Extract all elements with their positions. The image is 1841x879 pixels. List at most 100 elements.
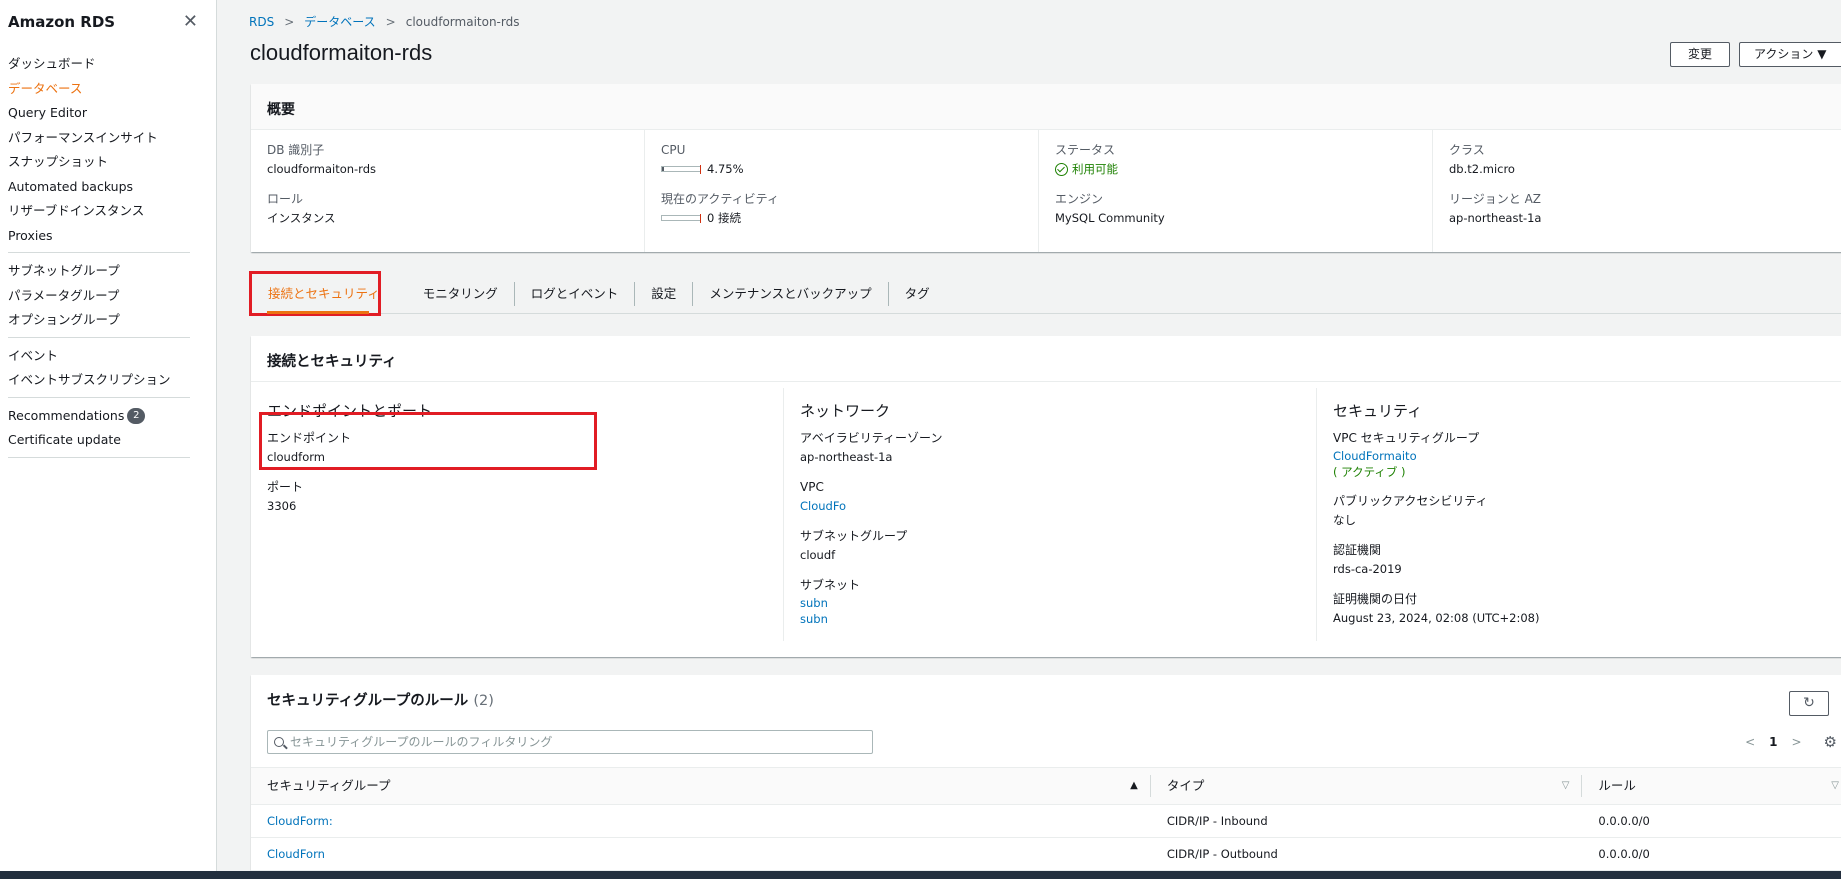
activity-value: 0 接続 [707,211,741,225]
class-value: db.t2.micro [1449,162,1515,176]
class-label: クラス [1449,143,1485,157]
tab-label: 接続とセキュリティ [268,285,380,301]
region-az-value: ap-northeast-1a [1449,211,1542,225]
subnet-group-value: cloudf [800,548,836,562]
sidebar-item-subnet-groups[interactable]: サブネットグループ [8,259,216,284]
role-value: インスタンス [267,211,336,225]
tab-configuration[interactable]: 設定 [635,281,694,306]
certificate-authority-value: rds-ca-2019 [1333,562,1402,576]
status-badge: 利用可能 [1055,160,1424,178]
port-value: 3306 [267,499,297,513]
sort-icon: ▽ [1831,780,1839,791]
table-row: CloudForn CIDR/IP - Outbound 0.0.0.0/0 [251,838,1841,871]
actions-dropdown-button[interactable]: アクション ▼ [1739,42,1841,67]
role-label: ロール [267,192,304,206]
port-label: ポート [267,480,304,494]
sidebar-item-recommendations[interactable]: Recommendations 2 [8,404,216,429]
sidebar-divider [8,456,190,458]
public-accessibility-value: なし [1333,513,1356,527]
main-content: RDS > データベース > cloudformaiton-rds cloudf… [217,0,1841,871]
summary-column: クラス db.t2.micro リージョンと AZ ap-northeast-1a [1433,130,1827,252]
current-page[interactable]: 1 [1769,735,1777,749]
sidebar-item-query-editor[interactable]: Query Editor [8,101,216,126]
table-row: CloudForm: CIDR/IP - Inbound 0.0.0.0/0 [251,805,1841,838]
vpc-label: VPC [800,480,824,494]
gear-icon[interactable]: ⚙ [1824,733,1837,751]
sort-ascending-icon: ▲ [1130,780,1138,791]
engine-label: エンジン [1055,192,1104,206]
sidebar-header: Amazon RDS ✕ [0,0,216,34]
tab-tags[interactable]: タグ [889,282,946,306]
refresh-button[interactable]: ↻ [1789,691,1829,716]
db-identifier-value: cloudformaiton-rds [267,162,376,176]
security-group-rules-panel: セキュリティグループのルール (2) ↻ < 1 > ⚙ セキュリティグループ▲… [251,675,1841,871]
subnet-group-label: サブネットグループ [800,529,908,543]
search-icon [274,737,284,747]
sidebar-item-parameter-groups[interactable]: パラメータグループ [8,284,216,309]
chevron-right-icon: > [385,14,396,29]
sidebar-item-events[interactable]: イベント [8,344,216,369]
endpoint-value[interactable]: cloudform [267,448,767,466]
modify-button[interactable]: 変更 [1670,42,1730,67]
close-icon[interactable]: ✕ [183,12,198,31]
security-column: セキュリティ VPC セキュリティグループ CloudFormaito ( アク… [1317,388,1841,641]
vpc-security-group-state: ( アクティブ ) [1333,465,1406,479]
status-value: 利用可能 [1072,162,1118,176]
chevron-left-icon[interactable]: < [1745,735,1755,749]
sidebar-item-option-groups[interactable]: オプショングループ [8,308,216,333]
tab-logs-events[interactable]: ログとイベント [515,281,636,306]
sidebar-item-certificate-update[interactable]: Certificate update [8,428,216,453]
tab-connectivity-security[interactable]: 接続とセキュリティ [249,270,391,316]
rule-cidr: 0.0.0.0/0 [1598,814,1650,828]
rules-filter-input[interactable] [290,735,850,749]
rules-table: セキュリティグループ ▲ タイプ ▽ ルール ▽ CloudForm: CIDR/IP… [251,767,1841,871]
chevron-right-icon[interactable]: > [1791,735,1801,749]
sidebar-item-snapshots[interactable]: スナップショット [8,150,216,175]
security-group-link[interactable]: CloudForm: [267,814,333,828]
sort-icon: ▽ [1561,780,1570,791]
rules-count: (2) [473,693,494,709]
region-az-label: リージョンと AZ [1449,192,1542,206]
sidebar-item-performance-insights[interactable]: パフォーマンスインサイト [8,126,216,151]
tab-monitoring[interactable]: モニタリング [407,281,515,306]
status-label: ステータス [1055,143,1116,157]
tab-maintenance-backups[interactable]: メンテナンスとバックアップ [693,281,889,306]
column-header-rule[interactable]: ルール ▽ [1582,775,1841,797]
check-circle-icon [1055,162,1068,176]
security-group-link[interactable]: CloudForn [267,847,325,861]
sidebar-divider [8,336,190,338]
public-accessibility-label: パブリックアクセシビリティ [1333,494,1488,508]
sidebar-item-proxies[interactable]: Proxies [8,224,216,249]
breadcrumb-databases[interactable]: データベース [304,13,375,30]
cpu-value: 4.75% [707,162,744,176]
sidebar-item-databases[interactable]: データベース [8,77,216,102]
network-title: ネットワーク [800,402,891,420]
column-header-security-group[interactable]: セキュリティグループ ▲ [251,775,1151,797]
sidebar-item-dashboard[interactable]: ダッシュボード [8,52,216,77]
summary-panel: 概要 DB 識別子 cloudformaiton-rds ロール インスタンス CP… [251,84,1841,252]
sidebar-item-label: Recommendations [8,407,125,423]
cpu-meter [661,165,701,174]
sidebar-item-event-subscriptions[interactable]: イベントサブスクリプション [8,368,216,393]
sidebar-divider [8,396,190,398]
column-header-type[interactable]: タイプ ▽ [1151,775,1583,797]
breadcrumb-rds[interactable]: RDS [249,15,274,29]
connectivity-grid: エンドポイントとポート エンドポイント cloudform ポート 3306 ネット… [251,382,1841,657]
connectivity-heading: 接続とセキュリティ [251,336,1841,382]
certificate-date-label: 証明機関の日付 [1333,592,1418,606]
sidebar-nav: ダッシュボード データベース Query Editor パフォーマンスインサイト… [0,34,216,458]
summary-column: ステータス 利用可能 エンジン MySQL Community [1039,130,1433,252]
sidebar-divider [8,252,190,253]
subnet-link[interactable]: subn [800,610,828,628]
sidebar-item-reserved-instances[interactable]: リザーブドインスタンス [8,199,216,224]
table-header: セキュリティグループ ▲ タイプ ▽ ルール ▽ [251,767,1841,805]
sidebar-item-automated-backups[interactable]: Automated backups [8,175,216,200]
chevron-right-icon: > [284,14,295,29]
breadcrumb: RDS > データベース > cloudformaiton-rds [249,13,519,30]
page-title: cloudformaiton-rds [250,40,433,65]
summary-grid: DB 識別子 cloudformaiton-rds ロール インスタンス CPU 4… [251,130,1841,252]
rule-cidr: 0.0.0.0/0 [1598,847,1650,861]
summary-column: DB 識別子 cloudformaiton-rds ロール インスタンス [251,130,645,252]
certificate-date-value: August 23, 2024, 02:08 (UTC+2:08) [1333,611,1540,625]
vpc-link[interactable]: CloudFo [800,497,846,515]
